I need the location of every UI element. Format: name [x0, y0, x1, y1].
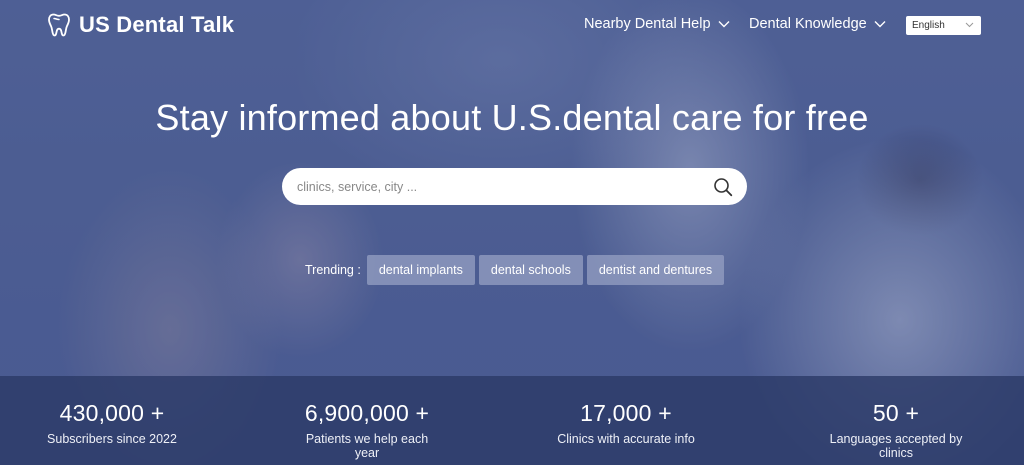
stat-value: 6,900,000 +	[304, 400, 430, 426]
stat-label: Patients we help each year	[305, 432, 429, 460]
nav-nearby-dental-help[interactable]: Nearby Dental Help	[584, 16, 730, 32]
nav-label: Nearby Dental Help	[584, 16, 711, 32]
site-logo[interactable]: US Dental Talk	[47, 12, 234, 38]
nav-dental-knowledge[interactable]: Dental Knowledge	[749, 16, 886, 32]
chevron-down-icon	[718, 21, 730, 28]
chevron-down-icon	[965, 22, 974, 28]
stat-label: Clinics with accurate info	[557, 432, 695, 446]
brand-name: US Dental Talk	[79, 12, 235, 37]
search-bar	[282, 168, 747, 205]
search-icon[interactable]	[713, 177, 733, 197]
stat-value: 50 +	[872, 400, 920, 426]
hero-headline: Stay informed about U.S.dental care for …	[155, 97, 869, 138]
language-selected: English	[912, 20, 945, 31]
nav-label: Dental Knowledge	[749, 16, 867, 32]
site-header: US Dental Talk Nearby Dental Help Dental…	[0, 0, 1024, 52]
stat-label: Languages accepted by clinics	[829, 432, 963, 460]
trending-tag-dentist-and-dentures[interactable]: dentist and dentures	[586, 255, 725, 285]
stat-subscribers: 430,000 + Subscribers since 2022	[47, 400, 177, 446]
trending-label: Trending :	[305, 263, 361, 277]
stat-value: 17,000 +	[580, 400, 672, 426]
trending-searches: Trending : dental implants dental school…	[305, 255, 725, 285]
stat-languages: 50 + Languages accepted by clinics	[811, 400, 981, 460]
chevron-down-icon	[874, 21, 886, 28]
trending-tag-dental-schools[interactable]: dental schools	[478, 255, 583, 285]
stat-patients: 6,900,000 + Patients we help each year	[292, 400, 442, 460]
search-input[interactable]	[297, 168, 707, 205]
stat-value: 430,000 +	[59, 400, 165, 426]
stat-label: Subscribers since 2022	[47, 432, 177, 446]
stat-clinics: 17,000 + Clinics with accurate info	[556, 400, 696, 446]
tooth-icon	[48, 13, 70, 37]
language-select[interactable]: English	[906, 16, 981, 35]
trending-tag-dental-implants[interactable]: dental implants	[366, 255, 475, 285]
stats-bar: 430,000 + Subscribers since 2022 6,900,0…	[0, 376, 1024, 465]
